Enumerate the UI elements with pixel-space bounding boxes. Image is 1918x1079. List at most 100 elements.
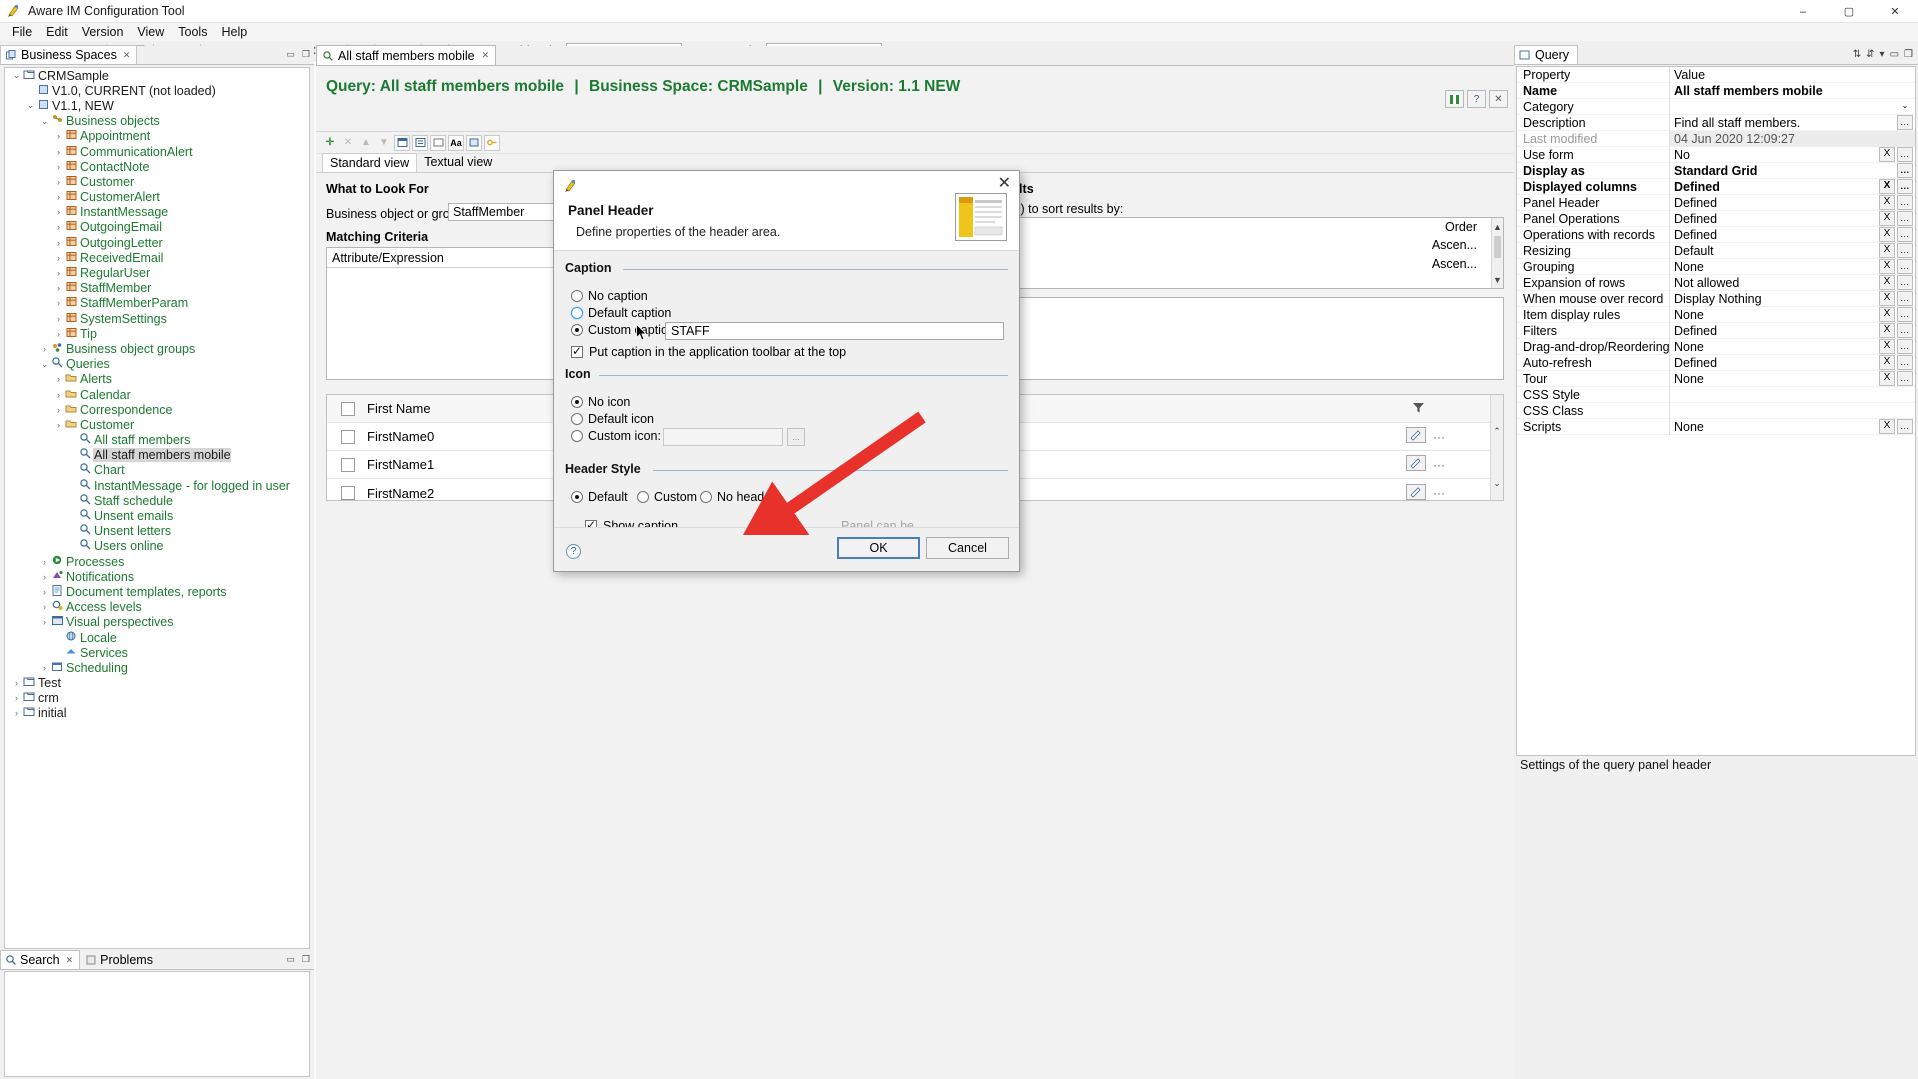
tree-item-outgoingletter[interactable]: › OutgoingLetter (5, 235, 309, 250)
tree-item-instantmessage-for-logged-in-user[interactable]: InstantMessage - for logged in user (5, 478, 309, 493)
tree-item-tip[interactable]: › Tip (5, 326, 309, 341)
maximize-icon[interactable]: ❐ (302, 954, 310, 965)
tree-item-v1-0-current-not-loaded[interactable]: V1.0, CURRENT (not loaded) (5, 83, 309, 98)
radio-no-icon[interactable]: No icon (571, 395, 630, 409)
property-value-cell[interactable]: ⌄ (1669, 98, 1915, 115)
radio-header-none[interactable]: No header (700, 490, 775, 504)
edit-property-button[interactable]: ... (1897, 306, 1913, 322)
window-icon[interactable] (430, 134, 446, 151)
chevron-right-icon[interactable]: › (39, 587, 50, 597)
minimize-icon[interactable]: ▭ (1890, 49, 1899, 60)
property-value-cell[interactable] (1669, 402, 1915, 419)
chevron-down-icon[interactable]: ⌄ (1897, 99, 1913, 114)
chevron-right-icon[interactable]: › (53, 405, 64, 415)
property-row[interactable]: When mouse over record Display Nothing X..… (1517, 290, 1915, 307)
menu-help[interactable]: Help (214, 23, 254, 41)
menu-edit[interactable]: Edit (39, 23, 75, 41)
tab-problems[interactable]: Problems (80, 950, 160, 969)
edit-property-button[interactable]: ... (1897, 274, 1913, 290)
tree-item-test[interactable]: › Test (5, 676, 309, 691)
chevron-right-icon[interactable]: › (11, 678, 22, 688)
property-row[interactable]: Item display rules None X... (1517, 306, 1915, 323)
chevron-right-icon[interactable]: › (53, 147, 64, 157)
help-button[interactable]: ? (1467, 90, 1486, 108)
clear-property-button[interactable]: X (1879, 322, 1895, 338)
property-value-cell[interactable]: No X... (1669, 146, 1915, 163)
column-first-name[interactable]: First Name (367, 401, 431, 416)
property-row[interactable]: Auto-refresh Defined X... (1517, 354, 1915, 371)
tree-item-access-levels[interactable]: › Access levels (5, 600, 309, 615)
move-down-icon[interactable]: ▼ (376, 135, 392, 151)
row-checkbox[interactable] (341, 457, 355, 472)
property-value-cell[interactable]: None X... (1669, 370, 1915, 387)
tree-item-queries[interactable]: ⌄ Queries (5, 357, 309, 372)
property-row[interactable]: Last modified 04 Jun 2020 12:09:27 (1517, 130, 1915, 147)
clear-property-button[interactable]: X (1879, 418, 1895, 434)
tree-item-receivedemail[interactable]: › ReceivedEmail (5, 250, 309, 265)
chevron-right-icon[interactable]: › (53, 131, 64, 141)
edit-property-button[interactable]: ... (1897, 322, 1913, 338)
tree-item-systemsettings[interactable]: › SystemSettings (5, 311, 309, 326)
clear-property-button[interactable]: X (1879, 178, 1895, 194)
tree-item-crmsample[interactable]: ⌄ CRMSample (5, 68, 309, 83)
tree-item-scheduling[interactable]: › Scheduling (5, 660, 309, 675)
toolbar-caption-checkbox[interactable]: Put caption in the application toolbar a… (571, 344, 846, 359)
tree-item-appointment[interactable]: › Appointment (5, 129, 309, 144)
property-row[interactable]: Drag-and-drop/Reordering None X... (1517, 338, 1915, 355)
chevron-right-icon[interactable]: › (53, 314, 64, 324)
filter-icon[interactable]: ⇅ (1853, 49, 1861, 60)
edit-icon[interactable] (1406, 455, 1426, 474)
chevron-right-icon[interactable]: › (53, 374, 64, 384)
chevron-right-icon[interactable]: › (11, 693, 22, 703)
move-up-icon[interactable]: ▲ (358, 135, 374, 151)
chevron-right-icon[interactable]: › (11, 708, 22, 718)
property-row[interactable]: Filters Defined X... (1517, 322, 1915, 339)
tree-item-customeralert[interactable]: › CustomerAlert (5, 190, 309, 205)
tree-item-business-object-groups[interactable]: › Business object groups (5, 341, 309, 356)
sorting-scrollbar[interactable]: ▲ ▼ (1491, 218, 1503, 288)
edit-property-button[interactable]: ... (1897, 114, 1913, 130)
tree-item-customer[interactable]: › Customer (5, 174, 309, 189)
property-value-cell[interactable]: Defined X... (1669, 210, 1915, 227)
property-value-cell[interactable]: 04 Jun 2020 12:09:27 (1669, 130, 1915, 147)
tree-item-contactnote[interactable]: › ContactNote (5, 159, 309, 174)
edit-property-button[interactable]: ... (1897, 226, 1913, 242)
row-menu-icon[interactable]: ··· (1433, 430, 1445, 444)
property-row[interactable]: Name All staff members mobile (1517, 82, 1915, 99)
row-checkbox[interactable] (341, 486, 355, 500)
edit-property-button[interactable]: ... (1897, 338, 1913, 354)
menu-version[interactable]: Version (75, 23, 131, 41)
chevron-right-icon[interactable]: › (39, 557, 50, 567)
tree-item-correspondence[interactable]: › Correspondence (5, 402, 309, 417)
tree-item-alerts[interactable]: › Alerts (5, 372, 309, 387)
chevron-right-icon[interactable]: › (53, 238, 64, 248)
maximize-button[interactable]: ▢ (1826, 0, 1872, 23)
tree-item-services[interactable]: Services (5, 645, 309, 660)
chevron-right-icon[interactable]: › (53, 390, 64, 400)
tree-item-locale[interactable]: Locale (5, 630, 309, 645)
chevron-right-icon[interactable]: › (53, 192, 64, 202)
tree-item-visual-perspectives[interactable]: › Visual perspectives (5, 615, 309, 630)
property-value-cell[interactable]: All staff members mobile (1669, 82, 1915, 99)
radio-default-caption[interactable]: Default caption (571, 306, 671, 320)
close-window-button[interactable]: ✕ (1872, 0, 1918, 23)
clear-property-button[interactable]: X (1879, 338, 1895, 354)
business-spaces-tree[interactable]: ⌄ CRMSample V1.0, CURRENT (not loaded) ⌄ V1.… (4, 67, 310, 949)
clear-property-button[interactable]: X (1879, 274, 1895, 290)
property-value-cell[interactable]: Display Nothing X... (1669, 290, 1915, 307)
property-value-cell[interactable]: Defined X... (1669, 226, 1915, 243)
property-row[interactable]: Panel Header Defined X... (1517, 194, 1915, 211)
clear-property-button[interactable]: X (1879, 306, 1895, 322)
clear-property-button[interactable]: X (1879, 210, 1895, 226)
tree-item-instantmessage[interactable]: › InstantMessage (5, 205, 309, 220)
filter-icon[interactable] (1412, 401, 1425, 417)
edit-property-button[interactable]: ... (1897, 242, 1913, 258)
edit-property-button[interactable]: ... (1897, 290, 1913, 306)
chevron-right-icon[interactable]: › (39, 344, 50, 354)
grid-preview-button[interactable] (1445, 90, 1464, 108)
tree-item-regularuser[interactable]: › RegularUser (5, 265, 309, 280)
edit-property-button[interactable]: ... (1897, 178, 1913, 194)
property-row[interactable]: Scripts None X... (1517, 418, 1915, 435)
pin-icon[interactable]: ⇵ (1866, 49, 1874, 60)
tree-item-unsent-emails[interactable]: Unsent emails (5, 508, 309, 523)
